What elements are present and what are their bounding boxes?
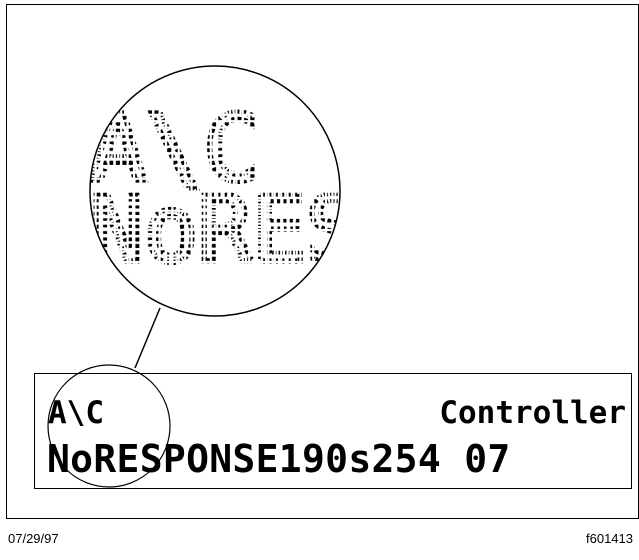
display-line2: NoRESPONSE190s254 07 (47, 437, 511, 481)
display-line1-left: A\C (48, 395, 104, 431)
callout-leader-line (134, 307, 161, 369)
display-line1-right: Controller (439, 395, 626, 431)
footer-date: 07/29/97 (8, 531, 59, 546)
footer-figure-id: f601413 (586, 531, 633, 546)
dot-matrix-line2: NoRES (90, 176, 360, 283)
